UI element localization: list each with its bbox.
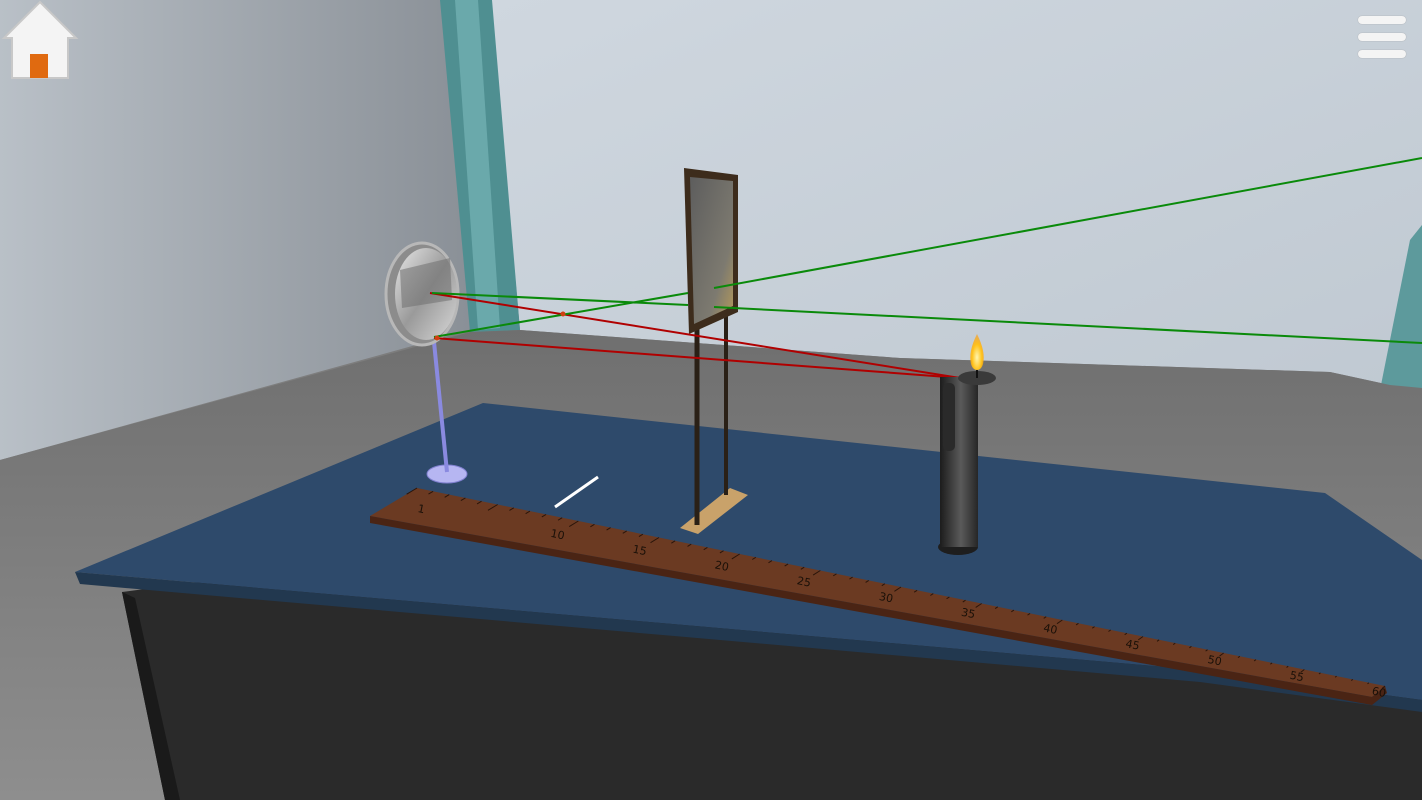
candle-drip (943, 383, 955, 451)
mirror-pole-point (434, 335, 440, 341)
ruler-tick-label: 15 (632, 543, 648, 559)
simulation-viewport[interactable]: 1 10 15 20 25 30 35 40 45 50 55 60 (0, 0, 1422, 800)
back-wall (490, 0, 1422, 385)
menu-button[interactable] (1358, 14, 1410, 60)
ruler-tick-label: 25 (796, 574, 812, 590)
lab-scene[interactable]: 11015202530354045505560 (0, 0, 1422, 800)
ruler-tick-label: 60 (1371, 685, 1387, 701)
ruler-tick-label: 30 (878, 590, 894, 606)
ray-intersection (560, 311, 566, 317)
ruler-tick-label: 10 (549, 527, 565, 543)
hamburger-menu-icon (1358, 14, 1406, 60)
home-icon (1, 0, 79, 79)
screen-surface (690, 177, 733, 324)
ruler-tick-label: 35 (960, 606, 976, 622)
ruler-tick-label: 45 (1124, 637, 1140, 653)
home-button[interactable] (0, 0, 80, 82)
ruler-tick-label: 40 (1042, 621, 1058, 637)
ruler-tick-label: 20 (714, 558, 730, 574)
ruler-tick-label: 50 (1206, 653, 1222, 669)
ruler-tick-label: 55 (1289, 669, 1305, 685)
